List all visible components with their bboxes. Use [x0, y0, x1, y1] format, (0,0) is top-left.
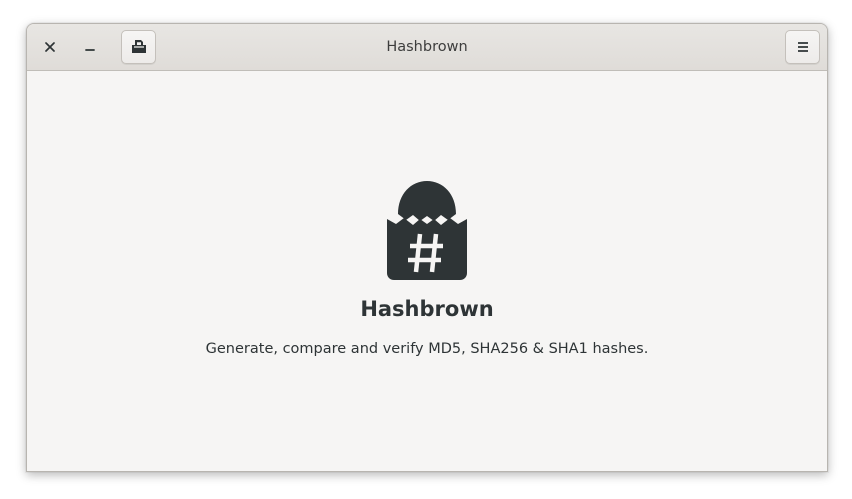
main-menu-button[interactable]: [785, 30, 820, 64]
app-window: Hashbrown Hashbrown Generate, compare an…: [26, 23, 828, 472]
close-icon: [45, 42, 55, 52]
app-description: Generate, compare and verify MD5, SHA256…: [205, 341, 649, 357]
hashbrown-logo-icon: [387, 181, 467, 280]
window-minimize-button[interactable]: [78, 35, 102, 59]
hamburger-menu-icon: [797, 42, 808, 52]
minimize-icon: [85, 49, 95, 51]
window-close-button[interactable]: [38, 35, 62, 59]
welcome-page: Hashbrown Generate, compare and verify M…: [27, 71, 827, 471]
app-name-heading: Hashbrown: [360, 297, 494, 321]
document-open-icon: [131, 40, 146, 53]
headerbar: Hashbrown: [27, 24, 827, 71]
open-file-button[interactable]: [121, 30, 156, 64]
